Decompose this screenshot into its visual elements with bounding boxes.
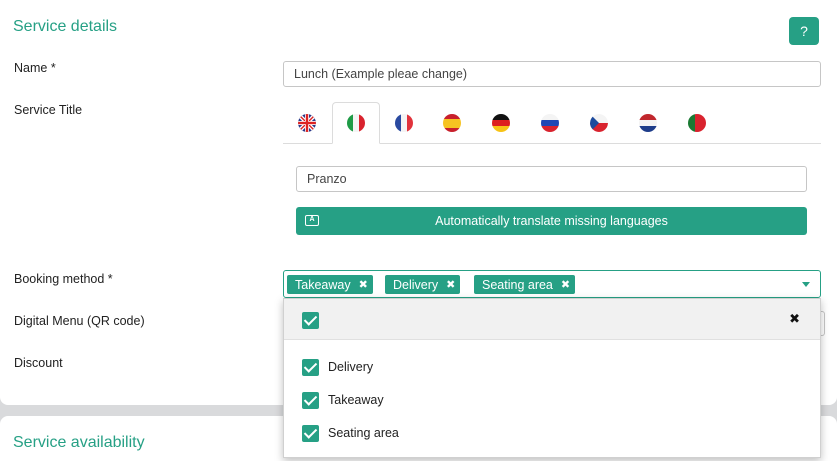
remove-tag-icon[interactable]: ✖: [446, 278, 455, 291]
option-checkbox[interactable]: [302, 359, 319, 376]
tab-spanish[interactable]: [428, 102, 476, 144]
spain-flag-icon: [443, 114, 461, 132]
option-checkbox[interactable]: [302, 392, 319, 409]
language-tabs: [283, 102, 821, 144]
booking-method-select[interactable]: Takeaway ✖ Delivery ✖ Seating area ✖: [283, 270, 821, 298]
service-title-input[interactable]: Pranzo: [296, 166, 807, 192]
remove-tag-icon[interactable]: ✖: [359, 278, 368, 291]
name-label: Name *: [14, 61, 56, 75]
option-label: Delivery: [328, 360, 374, 374]
netherlands-flag-icon: [639, 114, 657, 132]
portugal-flag-icon: [688, 114, 706, 132]
tag-takeaway: Takeaway ✖: [287, 275, 373, 294]
france-flag-icon: [395, 114, 413, 132]
close-icon[interactable]: ✖: [789, 311, 800, 327]
italy-flag-icon: [347, 114, 365, 132]
tab-russian[interactable]: [526, 102, 574, 144]
tab-english[interactable]: [283, 102, 331, 144]
help-button[interactable]: ?: [789, 17, 819, 45]
tag-label: Takeaway: [295, 277, 351, 292]
auto-translate-button[interactable]: A Automatically translate missing langua…: [296, 207, 807, 235]
digital-menu-label: Digital Menu (QR code): [14, 314, 145, 328]
dropdown-option[interactable]: Seating area: [284, 418, 820, 448]
section-title: Service availability: [13, 434, 145, 451]
option-label: Seating area: [328, 426, 399, 440]
tab-italian[interactable]: [332, 102, 380, 144]
translate-icon: A: [305, 215, 319, 226]
tag-label: Delivery: [393, 277, 439, 292]
dropdown-header: ✖: [284, 299, 820, 340]
option-label: Takeaway: [328, 393, 384, 407]
tag-delivery: Delivery ✖: [385, 275, 461, 294]
chevron-down-icon[interactable]: [802, 282, 810, 287]
option-checkbox[interactable]: [302, 425, 319, 442]
tab-french[interactable]: [380, 102, 428, 144]
tag-seating-area: Seating area ✖: [474, 275, 576, 294]
uk-flag-icon: [298, 114, 316, 132]
tab-german[interactable]: [477, 102, 525, 144]
auto-translate-label: Automatically translate missing language…: [435, 214, 668, 228]
germany-flag-icon: [492, 114, 510, 132]
tab-czech[interactable]: [575, 102, 623, 144]
discount-label: Discount: [14, 356, 63, 370]
russia-flag-icon: [541, 114, 559, 132]
booking-method-dropdown: ✖ Delivery Takeaway Seating area: [283, 298, 821, 458]
section-title: Service details: [13, 18, 118, 35]
tab-portuguese[interactable]: [673, 102, 721, 144]
digital-menu-select-edge: [821, 311, 825, 336]
dropdown-option[interactable]: Takeaway: [284, 385, 820, 415]
czech-flag-icon: [590, 114, 608, 132]
remove-tag-icon[interactable]: ✖: [561, 278, 570, 291]
tag-label: Seating area: [482, 277, 553, 292]
tab-dutch[interactable]: [624, 102, 672, 144]
service-title-label: Service Title: [14, 103, 83, 117]
name-input[interactable]: Lunch (Example pleae change): [283, 61, 821, 87]
dropdown-option[interactable]: Delivery: [284, 352, 820, 382]
select-all-checkbox[interactable]: [302, 312, 319, 329]
booking-method-label: Booking method *: [14, 272, 113, 286]
